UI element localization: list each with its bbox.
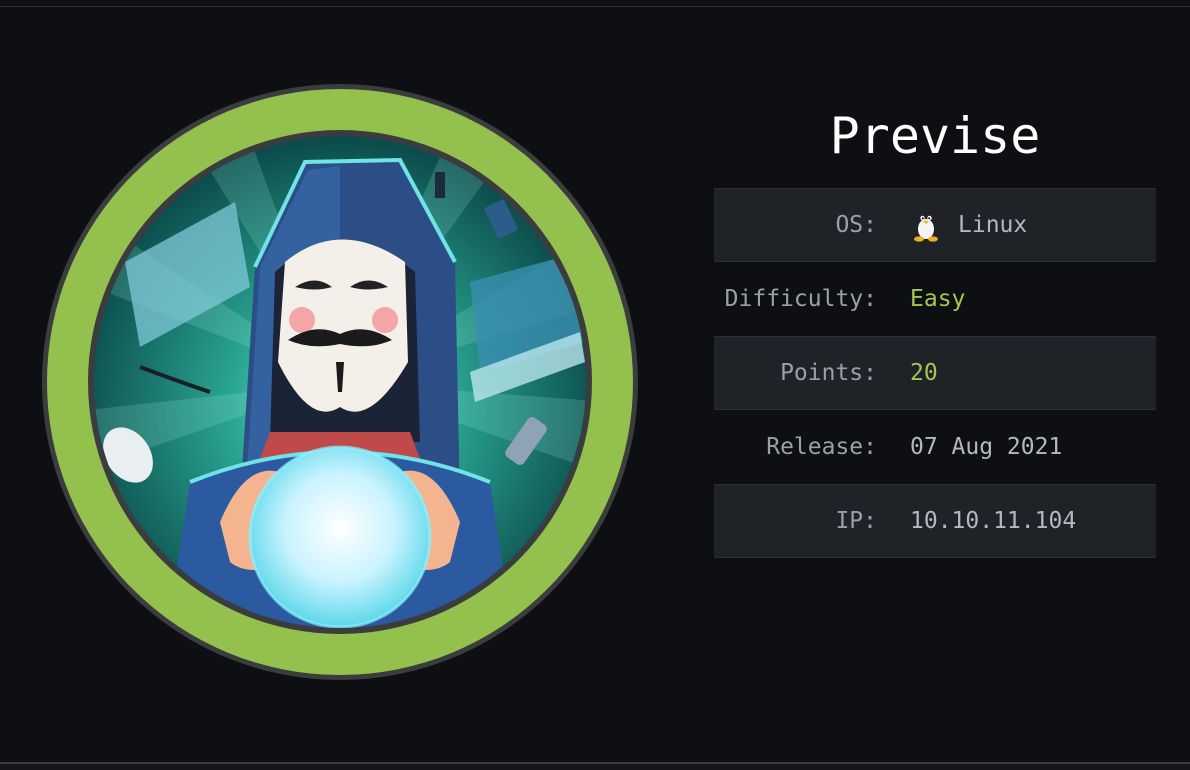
ip-label: IP: (835, 508, 877, 534)
info-row-os: OS: Linux (714, 188, 1156, 262)
machine-info-table: OS: Linux Difficulty: Easy Points: 20 Re… (714, 188, 1156, 558)
info-row-difficulty: Difficulty: Easy (714, 262, 1156, 336)
os-value: Linux (910, 208, 1027, 242)
info-row-points: Points: 20 (714, 336, 1156, 410)
os-text: Linux (958, 212, 1028, 238)
difficulty-value: Easy (910, 286, 966, 312)
points-value: 20 (910, 360, 938, 386)
tux-penguin-icon (914, 212, 938, 242)
points-label: Points: (780, 360, 877, 386)
top-bar-edge (0, 0, 1190, 7)
hacker-avatar-icon (42, 84, 638, 680)
machine-title: Previse (829, 107, 1041, 165)
bottom-bar-edge (0, 762, 1190, 770)
info-row-release: Release: 07 Aug 2021 (714, 410, 1156, 484)
info-row-ip: IP: 10.10.11.104 (714, 484, 1156, 558)
ip-value: 10.10.11.104 (910, 508, 1077, 534)
difficulty-label: Difficulty: (724, 286, 877, 312)
release-label: Release: (766, 434, 877, 460)
release-value: 07 Aug 2021 (910, 434, 1063, 460)
os-label: OS: (835, 212, 877, 238)
